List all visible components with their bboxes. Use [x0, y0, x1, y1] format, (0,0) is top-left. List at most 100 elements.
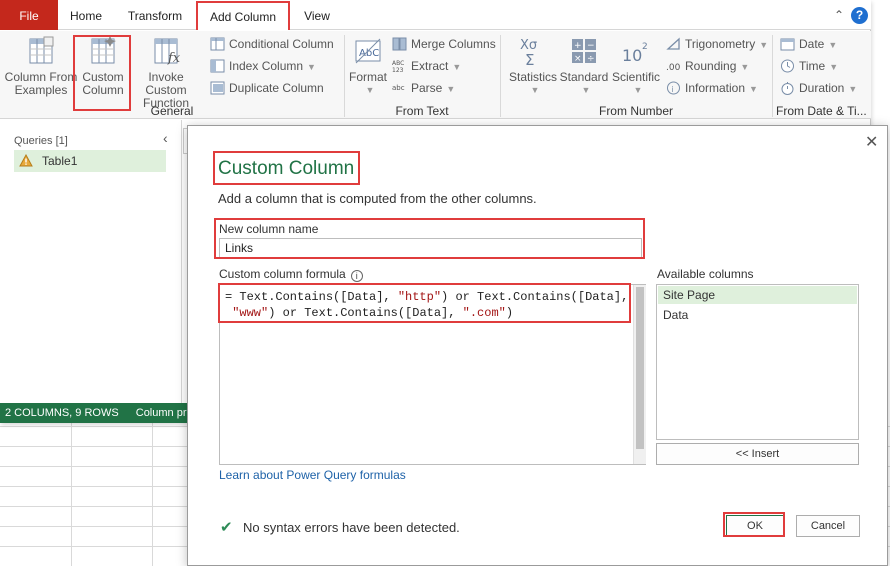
chevron-down-icon: ▼ — [365, 85, 375, 95]
chevron-down-icon: ▼ — [581, 85, 591, 95]
tab-add-column[interactable]: Add Column — [196, 1, 290, 30]
minimize-ribbon-icon[interactable]: ⌃ — [834, 8, 844, 22]
duplicate-column-button[interactable]: Duplicate Column — [210, 79, 324, 97]
custom-column-formula-label: Custom column formula — [219, 267, 346, 281]
conditional-column-label: Conditional Column — [229, 37, 334, 51]
dialog-title: Custom Column — [218, 158, 355, 179]
trigonometry-label: Trigonometry — [685, 37, 756, 51]
extract-icon: ABC123 — [392, 60, 404, 73]
chevron-down-icon: ▼ — [633, 85, 643, 95]
tab-file[interactable]: File — [0, 0, 58, 30]
parse-button[interactable]: abc Parse ▼ — [392, 79, 455, 97]
info-icon[interactable]: i — [350, 270, 363, 282]
merge-columns-label: Merge Columns — [411, 37, 496, 51]
statistics-button[interactable]: Xσ Σ Statistics ▼ — [508, 35, 558, 97]
chevron-down-icon: ▼ — [446, 84, 456, 94]
column-from-examples-label-2: Examples — [14, 83, 68, 97]
queries-title: Queries [1] — [14, 135, 68, 147]
standard-label: Standard — [559, 70, 609, 84]
dialog-subtitle: Add a column that is computed from the o… — [218, 191, 537, 206]
group-label-from-text: From Text — [395, 104, 449, 118]
parse-icon: abc — [392, 84, 405, 92]
svg-text:.00: .00 — [666, 63, 681, 73]
chevron-down-icon: ▼ — [759, 40, 769, 50]
index-column-button[interactable]: Index Column ▼ — [210, 57, 316, 75]
duration-button[interactable]: Duration ▼ — [780, 79, 857, 97]
custom-column-icon — [91, 36, 116, 64]
column-from-examples-icon — [29, 36, 54, 64]
collapse-pane-icon[interactable]: ‹ — [163, 130, 168, 146]
date-label: Date — [799, 37, 825, 51]
custom-column-formula-editor[interactable]: = Text.Contains([Data], "http") or Text.… — [219, 284, 646, 465]
query-item-label: Table1 — [42, 154, 78, 168]
index-column-icon — [210, 59, 225, 73]
scrollbar-thumb[interactable] — [636, 287, 644, 449]
index-column-label: Index Column — [229, 59, 304, 73]
merge-columns-button[interactable]: Merge Columns — [392, 35, 496, 53]
tab-home[interactable]: Home — [58, 0, 114, 30]
available-column-site-page[interactable]: Site Page — [658, 286, 857, 304]
svg-text:10: 10 — [622, 46, 642, 65]
duration-label: Duration — [799, 81, 845, 95]
ribbon-separator — [344, 35, 345, 117]
tab-transform[interactable]: Transform — [118, 0, 192, 30]
group-label-general: General — [150, 104, 194, 118]
checkmark-icon: ✔ — [220, 519, 233, 536]
information-icon: i — [667, 81, 680, 95]
svg-text:×: × — [574, 54, 582, 64]
scientific-button[interactable]: 10 2 Scientific ▼ — [610, 35, 662, 97]
svg-text:i: i — [672, 85, 674, 94]
merge-columns-icon — [392, 37, 407, 51]
new-column-name-input[interactable] — [219, 238, 642, 258]
warning-icon — [19, 154, 33, 167]
trigonometry-button[interactable]: Trigonometry ▼ — [666, 35, 768, 53]
format-button[interactable]: AbC Format ▼ — [348, 35, 388, 97]
query-item-table1[interactable]: Table1 — [14, 150, 166, 172]
custom-column-button[interactable]: Custom Column — [76, 35, 130, 97]
chevron-down-icon: ▼ — [307, 62, 316, 72]
conditional-column-button[interactable]: Conditional Column — [210, 35, 334, 53]
status-bar: 2 COLUMNS, 9 ROWS Column profi — [0, 403, 188, 423]
formula-scrollbar[interactable] — [633, 285, 646, 464]
rounding-icon: .00 — [666, 63, 681, 73]
ok-button[interactable]: OK — [726, 515, 784, 537]
information-label: Information — [685, 81, 746, 95]
calendar-icon — [780, 38, 795, 51]
svg-text:ABC: ABC — [392, 60, 404, 67]
close-icon[interactable]: ✕ — [865, 132, 878, 152]
insert-button[interactable]: << Insert — [656, 443, 859, 465]
stopwatch-icon — [781, 82, 794, 95]
extract-button[interactable]: ABC 123 Extract ▼ — [392, 57, 461, 75]
clock-icon — [781, 59, 794, 73]
duplicate-column-label: Duplicate Column — [229, 81, 324, 95]
chevron-down-icon: ▼ — [740, 62, 750, 72]
column-from-examples-button[interactable]: Column From Examples — [4, 35, 78, 97]
svg-text:abc: abc — [392, 84, 405, 92]
information-button[interactable]: i Information ▼ — [666, 79, 758, 97]
time-button[interactable]: Time ▼ — [780, 57, 838, 75]
invoke-custom-function-button[interactable]: fx Invoke Custom Function — [128, 35, 204, 110]
status-column-profiling: Column profi — [135, 407, 188, 419]
chevron-down-icon: ▼ — [828, 40, 838, 50]
invoke-custom-function-label-1: Invoke Custom — [145, 70, 187, 97]
svg-text:123: 123 — [392, 67, 404, 73]
rounding-button[interactable]: .00 Rounding ▼ — [666, 57, 749, 75]
svg-text:+: + — [574, 41, 582, 51]
ribbon-separator — [772, 35, 773, 117]
duplicate-column-icon — [210, 81, 225, 95]
statistics-label: Statistics — [508, 70, 557, 84]
chevron-down-icon: ▼ — [749, 84, 758, 94]
svg-text:2: 2 — [642, 42, 648, 52]
new-column-name-label: New column name — [219, 222, 319, 236]
date-button[interactable]: Date ▼ — [780, 35, 837, 53]
available-column-data[interactable]: Data — [658, 306, 857, 324]
tab-view[interactable]: View — [294, 0, 340, 30]
chevron-down-icon: ▼ — [829, 62, 839, 72]
help-icon[interactable]: ? — [851, 7, 868, 24]
learn-power-query-link[interactable]: Learn about Power Query formulas — [219, 468, 406, 482]
standard-icon: + − × ÷ — [572, 39, 596, 64]
standard-button[interactable]: + − × ÷ Standard ▼ — [558, 35, 610, 97]
ribbon-add-column: Column From Examples Custom Column fx In… — [0, 31, 871, 119]
cancel-button[interactable]: Cancel — [796, 515, 860, 537]
syntax-status-message: No syntax errors have been detected. — [243, 520, 460, 535]
